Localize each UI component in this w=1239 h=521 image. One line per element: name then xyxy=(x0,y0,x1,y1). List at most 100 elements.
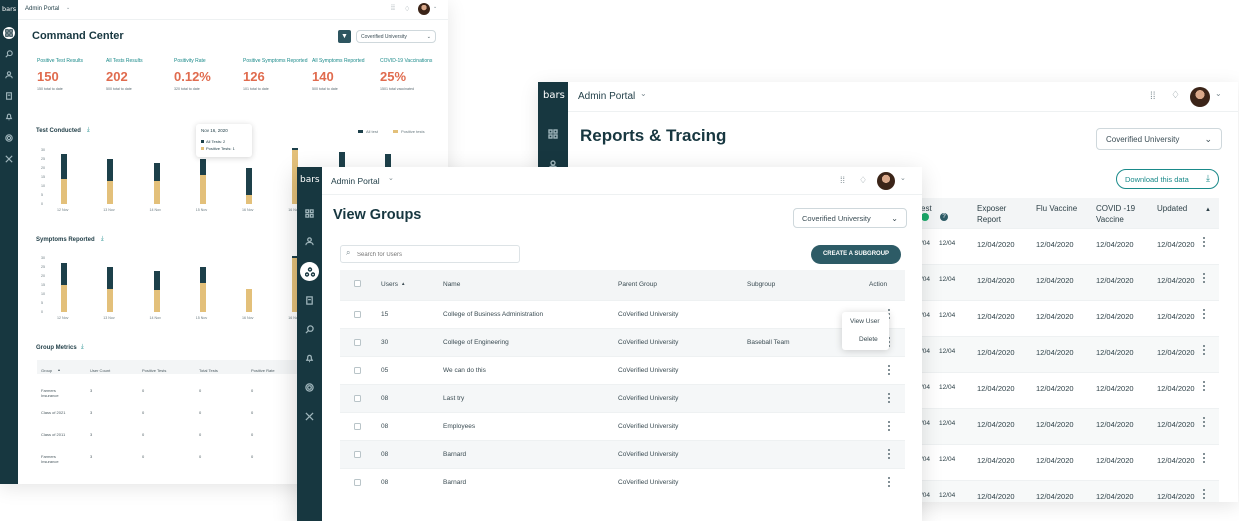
reports-cell: 12/04/2020 xyxy=(1036,276,1074,285)
nav-groups-icon[interactable] xyxy=(300,262,319,281)
nav-settings-icon[interactable] xyxy=(303,381,316,394)
avatar[interactable] xyxy=(418,3,430,15)
chevron-down-icon[interactable]: ⌄ xyxy=(388,174,394,182)
kebab-menu-icon[interactable] xyxy=(1203,453,1206,465)
reports-cell: 12/04/2020 xyxy=(1157,240,1195,249)
table-row[interactable]: 05 We can do this CoVerified University xyxy=(340,356,905,384)
portal-switcher[interactable]: Admin Portal xyxy=(331,176,380,186)
gm-cell: 0 xyxy=(251,432,254,437)
nav-search-icon[interactable] xyxy=(303,323,316,336)
notification-bell-icon[interactable]: ♢ xyxy=(1171,90,1180,101)
gm-header-cell: User Count xyxy=(90,368,111,373)
reports-header-4[interactable]: Updated xyxy=(1157,203,1211,214)
university-select[interactable]: Coverified University ⌄ xyxy=(356,30,436,43)
kebab-menu-icon[interactable] xyxy=(888,477,891,489)
kebab-menu-icon[interactable] xyxy=(1203,273,1206,285)
row-checkbox[interactable] xyxy=(354,311,361,318)
bar-stack xyxy=(246,288,252,312)
apps-grid-icon[interactable]: ⁞⁞ xyxy=(840,175,845,185)
sort-caret-icon[interactable]: ▴ xyxy=(58,367,60,372)
notification-bell-icon[interactable]: ♢ xyxy=(404,5,410,13)
kebab-menu-icon[interactable] xyxy=(888,393,891,405)
select-all-checkbox[interactable] xyxy=(354,280,361,287)
table-row[interactable]: 08 Employees CoVerified University xyxy=(340,412,905,440)
avatar[interactable] xyxy=(1190,87,1210,107)
kebab-menu-icon[interactable] xyxy=(1203,345,1206,357)
menu-view-user[interactable]: View User xyxy=(850,318,880,325)
notification-bell-icon[interactable]: ♢ xyxy=(859,175,867,186)
apps-grid-icon[interactable]: ⁞⁞ xyxy=(391,5,395,12)
nav-dashboard-icon[interactable] xyxy=(3,27,15,39)
download-icon[interactable]: ⤓ xyxy=(81,344,84,351)
nav-users-icon[interactable] xyxy=(3,69,15,81)
y-tick-label: 30 xyxy=(41,148,45,152)
nav-bell-icon[interactable] xyxy=(303,352,316,365)
download-label: Download this data xyxy=(1125,175,1189,184)
nav-dashboard-icon[interactable] xyxy=(546,127,560,141)
nav-users-icon[interactable] xyxy=(303,235,316,248)
create-subgroup-button[interactable]: CREATE A SUBGROUP xyxy=(811,245,901,264)
stat-value: 126 xyxy=(243,68,265,84)
nav-settings-icon[interactable] xyxy=(3,132,15,144)
reports-cell: 12/04/2020 xyxy=(1096,492,1134,501)
gm-header-cell[interactable]: Group xyxy=(41,368,52,373)
y-tick-label: 25 xyxy=(41,157,45,161)
portal-switcher[interactable]: Admin Portal xyxy=(25,6,59,12)
kebab-menu-icon[interactable] xyxy=(888,449,891,461)
bar-positive-tests xyxy=(107,288,114,312)
gm-cell: Class of 2021 xyxy=(41,410,66,415)
row-checkbox[interactable] xyxy=(354,479,361,486)
nav-dashboard-icon[interactable] xyxy=(303,207,316,220)
groups-header-0[interactable]: Users xyxy=(381,281,398,288)
nav-bell-icon[interactable] xyxy=(3,111,15,123)
avatar-chevron-icon[interactable]: ⌄ xyxy=(1215,89,1222,98)
avatar-chevron-icon[interactable]: ⌄ xyxy=(900,174,906,182)
reports-cell: 12/04/2020 xyxy=(1157,276,1195,285)
university-select[interactable]: Coverified University ⌄ xyxy=(1096,128,1222,150)
chevron-down-icon[interactable]: ⌄ xyxy=(640,89,647,98)
download-icon: ⤓ xyxy=(1206,173,1210,183)
row-checkbox[interactable] xyxy=(354,451,361,458)
filter-button[interactable]: ▼ xyxy=(338,30,351,43)
row-checkbox[interactable] xyxy=(354,395,361,402)
help-icon[interactable]: ? xyxy=(940,213,948,221)
sidebar: bars xyxy=(0,0,18,484)
menu-delete[interactable]: Delete xyxy=(859,336,878,343)
table-row[interactable]: 08 Barnard CoVerified University xyxy=(340,468,905,496)
apps-grid-icon[interactable]: ⁞⁞ xyxy=(1150,91,1156,102)
nav-reports-icon[interactable] xyxy=(303,294,316,307)
nav-reports-icon[interactable] xyxy=(3,90,15,102)
bar-all-tests xyxy=(199,267,206,284)
kebab-menu-icon[interactable] xyxy=(1203,237,1206,249)
avatar-chevron-icon[interactable]: ⌄ xyxy=(433,4,437,10)
kebab-menu-icon[interactable] xyxy=(1203,381,1206,393)
x-tick-label: 13 Nov xyxy=(103,316,115,320)
portal-switcher[interactable]: Admin Portal xyxy=(578,91,635,102)
table-row[interactable]: 08 Last try CoVerified University xyxy=(340,384,905,412)
row-checkbox[interactable] xyxy=(354,339,361,346)
sort-up-icon[interactable]: ▲ xyxy=(1205,207,1211,213)
table-row[interactable]: 08 Barnard CoVerified University xyxy=(340,440,905,468)
nav-tools-icon[interactable] xyxy=(303,410,316,423)
nav-tools-icon[interactable] xyxy=(3,153,15,165)
university-select[interactable]: Coverified University ⌄ xyxy=(793,208,907,228)
kebab-menu-icon[interactable] xyxy=(1203,489,1206,501)
y-tick-label: 15 xyxy=(41,175,45,179)
kebab-menu-icon[interactable] xyxy=(888,421,891,433)
sort-up-icon[interactable]: ▲ xyxy=(401,281,405,286)
stat-value: 202 xyxy=(106,68,128,84)
row-checkbox[interactable] xyxy=(354,423,361,430)
group-name: Last try xyxy=(443,395,465,402)
kebab-menu-icon[interactable] xyxy=(1203,417,1206,429)
search-input[interactable] xyxy=(357,249,512,260)
chevron-down-icon[interactable]: ⌄ xyxy=(66,5,70,11)
table-row[interactable]: 30 College of Engineering CoVerified Unive… xyxy=(340,328,905,356)
avatar[interactable] xyxy=(877,172,895,190)
nav-search-icon[interactable] xyxy=(3,48,15,60)
kebab-menu-icon[interactable] xyxy=(1203,309,1206,321)
download-data-button[interactable]: Download this data ⤓ xyxy=(1116,169,1219,189)
subgroup: Baseball Team xyxy=(747,339,790,346)
kebab-menu-icon[interactable] xyxy=(888,365,891,377)
table-row[interactable]: 15 College of Business Administration CoVe… xyxy=(340,300,905,328)
row-checkbox[interactable] xyxy=(354,367,361,374)
